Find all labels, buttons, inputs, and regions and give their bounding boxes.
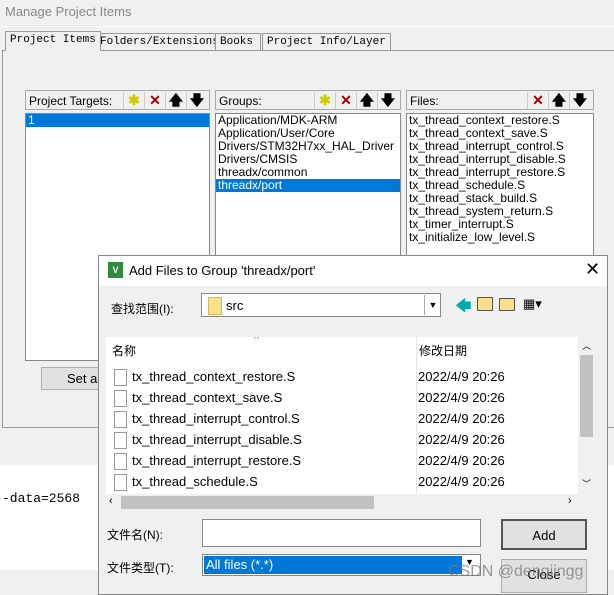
horizontal-scrollbar[interactable]: ‹ › (106, 494, 578, 511)
file-list[interactable]: ^ 名称 修改日期 tx_thread_context_restore.S 20… (106, 337, 595, 494)
output-text: -data=2568 (2, 491, 81, 506)
files-label: Files: (410, 94, 439, 108)
move-up-icon[interactable]: 🡅 (356, 92, 377, 109)
file-row[interactable]: tx_thread_interrupt_disable.S (114, 429, 302, 450)
file-name: tx_thread_interrupt_control.S (132, 411, 300, 426)
file-name: tx_thread_context_restore.S (132, 369, 296, 384)
file-icon (114, 390, 127, 408)
column-divider (416, 337, 417, 494)
list-item[interactable]: threadx/port (216, 179, 400, 192)
target-item[interactable]: 1 (26, 114, 209, 127)
file-row[interactable]: tx_thread_context_restore.S (114, 366, 295, 387)
file-date: 2022/4/9 20:26 (418, 453, 505, 468)
watermark: CSDN @dengjingg (448, 563, 584, 580)
file-icon (114, 411, 127, 429)
file-icon (114, 432, 127, 450)
targets-header: Project Targets: ✱ ✕ 🡅 🡇 (25, 90, 210, 110)
file-date: 2022/4/9 20:26 (418, 390, 505, 405)
add-button[interactable]: Add (501, 519, 587, 550)
chevron-down-icon[interactable]: ▼ (424, 295, 441, 315)
scroll-thumb[interactable] (580, 355, 593, 437)
file-row[interactable]: tx_thread_context_save.S (114, 387, 282, 408)
file-name: tx_thread_context_save.S (132, 390, 283, 405)
file-icon (114, 474, 127, 492)
file-name: tx_thread_interrupt_restore.S (132, 453, 302, 468)
window-title: Manage Project Items (5, 4, 132, 19)
groups-label: Groups: (219, 94, 262, 108)
filetype-value: All files (*.*) (204, 556, 462, 574)
targets-label: Project Targets: (29, 94, 113, 108)
move-up-icon[interactable]: 🡅 (165, 92, 186, 109)
sort-ascending-icon: ^ (254, 337, 259, 345)
move-down-icon[interactable]: 🡇 (569, 92, 590, 109)
column-header-date[interactable]: 修改日期 (419, 342, 467, 359)
column-header-name[interactable]: 名称 (112, 342, 136, 359)
tab-folders-extensions[interactable]: Folders/Extensions (95, 33, 224, 50)
file-date: 2022/4/9 20:26 (418, 432, 505, 447)
new-folder-icon[interactable] (499, 298, 515, 311)
file-name: tx_thread_interrupt_disable.S (132, 432, 302, 447)
scroll-up-icon[interactable]: ︿ (582, 339, 591, 352)
file-date: 2022/4/9 20:26 (418, 369, 505, 384)
look-in-combo[interactable]: src ▼ (201, 293, 441, 317)
file-icon (114, 453, 127, 471)
new-icon[interactable]: ✱ (314, 92, 335, 109)
scroll-thumb[interactable] (121, 496, 374, 509)
filename-label: 文件名(N): (107, 528, 163, 542)
app-icon: V (108, 262, 123, 278)
move-up-icon[interactable]: 🡅 (548, 92, 569, 109)
delete-icon[interactable]: ✕ (144, 92, 165, 109)
move-down-icon[interactable]: 🡇 (186, 92, 207, 109)
tab-project-info-layer[interactable]: Project Info/Layer (262, 33, 391, 50)
title-bar-divider (0, 26, 614, 27)
scroll-right-icon[interactable]: › (568, 495, 572, 507)
filename-input[interactable] (202, 519, 481, 547)
tab-project-items[interactable]: Project Items (5, 31, 101, 51)
scroll-down-icon[interactable]: ﹀ (582, 477, 591, 490)
filetype-select[interactable]: All files (*.*) ▼ (202, 554, 481, 576)
filetype-label: 文件类型(T): (107, 561, 174, 575)
file-row[interactable]: tx_thread_interrupt_restore.S (114, 450, 301, 471)
look-in-value: src (226, 298, 244, 313)
file-date: 2022/4/9 20:26 (418, 411, 505, 426)
dialog-title: Add Files to Group 'threadx/port' (129, 263, 316, 278)
folder-icon (208, 297, 222, 315)
new-icon[interactable]: ✱ (123, 92, 144, 109)
scroll-left-icon[interactable]: ‹ (109, 495, 113, 507)
back-icon[interactable]: 🡄 (455, 295, 472, 322)
file-row[interactable]: tx_thread_schedule.S (114, 471, 258, 492)
up-folder-icon[interactable] (477, 297, 493, 311)
vertical-scrollbar[interactable]: ︿ ﹀ (578, 337, 595, 494)
view-menu-icon[interactable]: ▦▾ (523, 296, 542, 312)
file-icon (114, 369, 127, 387)
file-date: 2022/4/9 20:26 (418, 474, 505, 489)
close-icon[interactable]: ✕ (585, 259, 600, 280)
delete-icon[interactable]: ✕ (335, 92, 356, 109)
tab-books[interactable]: Books (215, 33, 261, 50)
look-in-label: 查找范围(I): (111, 302, 174, 316)
file-name: tx_thread_schedule.S (132, 474, 258, 489)
file-row[interactable]: tx_thread_interrupt_control.S (114, 408, 300, 429)
list-item[interactable]: tx_initialize_low_level.S (407, 231, 593, 244)
groups-list[interactable]: Application/MDK-ARM Application/User/Core… (215, 113, 401, 273)
files-header: Files: ✕ 🡅 🡇 (406, 90, 594, 110)
move-down-icon[interactable]: 🡇 (377, 92, 398, 109)
delete-icon[interactable]: ✕ (527, 92, 548, 109)
groups-header: Groups: ✱ ✕ 🡅 🡇 (215, 90, 401, 110)
files-list[interactable]: tx_thread_context_restore.S tx_thread_con… (406, 113, 594, 273)
add-files-dialog: V Add Files to Group 'threadx/port' ✕ 查找… (98, 255, 608, 595)
